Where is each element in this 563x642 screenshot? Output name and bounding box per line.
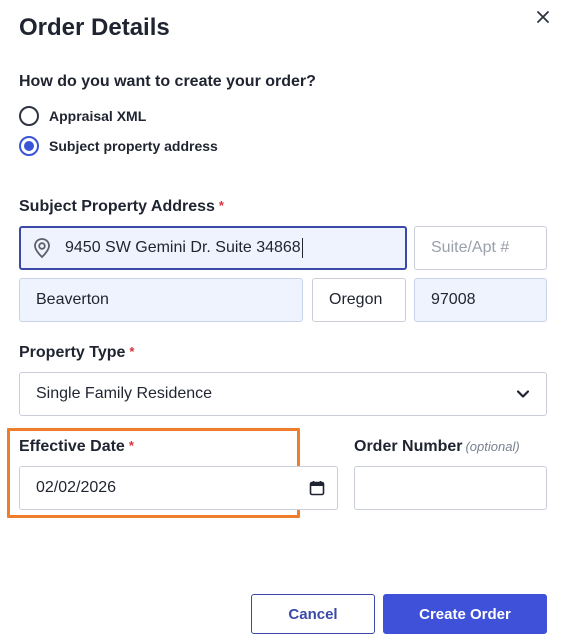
property-type-value: Single Family Residence: [36, 385, 213, 402]
suite-apt-placeholder: Suite/Apt #: [431, 239, 510, 256]
required-mark: *: [218, 198, 224, 213]
city-input[interactable]: Beaverton: [19, 278, 303, 322]
effective-date-label: Effective Date *: [19, 438, 134, 456]
dialog-title: Order Details: [19, 14, 170, 41]
suite-apt-input[interactable]: Suite/Apt #: [414, 226, 547, 270]
street-address-input[interactable]: 9450 SW Gemini Dr. Suite 34868: [19, 226, 407, 270]
calendar-icon[interactable]: [309, 480, 325, 496]
radio-label: Appraisal XML: [49, 108, 147, 124]
create-order-button[interactable]: Create Order: [383, 594, 547, 634]
order-number-label: Order Number (optional): [354, 438, 520, 456]
property-type-label-text: Property Type: [19, 344, 126, 361]
radio-label: Subject property address: [49, 138, 218, 154]
address-label: Subject Property Address *: [19, 198, 224, 216]
effective-date-label-text: Effective Date: [19, 438, 125, 455]
radio-button[interactable]: [19, 106, 39, 126]
radio-subject-property-address[interactable]: Subject property address: [19, 136, 218, 156]
zip-value: 97008: [431, 291, 476, 308]
property-type-select[interactable]: Single Family Residence: [19, 372, 547, 416]
required-mark: *: [128, 438, 134, 453]
required-mark: *: [129, 344, 135, 359]
zip-input[interactable]: 97008: [414, 278, 547, 322]
effective-date-input[interactable]: 02/02/2026: [19, 466, 338, 510]
text-caret: [301, 238, 303, 258]
city-value: Beaverton: [36, 291, 109, 308]
effective-date-value: 02/02/2026: [36, 479, 117, 496]
create-method-question: How do you want to create your order?: [19, 73, 316, 90]
order-number-label-text: Order Number: [354, 438, 463, 455]
chevron-down-icon: [516, 390, 530, 398]
order-number-input[interactable]: [354, 466, 547, 510]
radio-appraisal-xml[interactable]: Appraisal XML: [19, 106, 146, 126]
radio-button[interactable]: [19, 136, 39, 156]
state-input[interactable]: Oregon: [312, 278, 406, 322]
optional-note: (optional): [465, 439, 520, 454]
cancel-button[interactable]: Cancel: [251, 594, 375, 634]
close-icon[interactable]: [534, 8, 552, 26]
location-pin-icon: [34, 238, 50, 259]
state-value: Oregon: [329, 291, 383, 308]
address-label-text: Subject Property Address: [19, 198, 215, 215]
street-address-value: 9450 SW Gemini Dr. Suite 34868: [65, 239, 301, 256]
property-type-label: Property Type *: [19, 344, 134, 362]
